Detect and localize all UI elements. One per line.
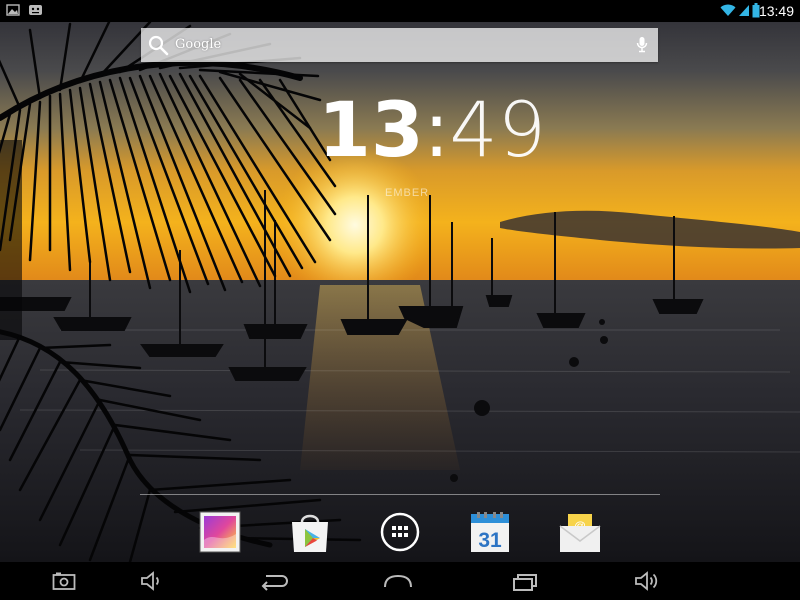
all-apps-icon[interactable] — [378, 510, 422, 554]
play-store-app-icon[interactable] — [288, 510, 332, 554]
google-search-brand: Google — [175, 37, 222, 52]
clock-widget-date: EMBER — [385, 187, 430, 199]
navigation-bar — [0, 562, 800, 600]
gallery-app-icon[interactable] — [198, 510, 242, 554]
volume-down-icon[interactable] — [140, 570, 164, 592]
volume-up-icon[interactable] — [634, 570, 662, 592]
search-icon — [147, 34, 171, 61]
status-bar-clock: 13:49 — [758, 3, 794, 19]
clock-widget-minutes: 49 — [449, 85, 547, 174]
screenshot-icon[interactable] — [52, 570, 76, 592]
wifi-icon — [720, 3, 736, 22]
image-notification-icon — [6, 3, 20, 22]
status-bar[interactable]: 13:49 — [0, 0, 800, 22]
email-app-icon[interactable]: @ — [558, 510, 602, 554]
google-search-bar[interactable]: Google — [141, 28, 658, 62]
calendar-day-number: 31 — [478, 529, 502, 552]
microphone-icon[interactable] — [636, 36, 648, 59]
clock-widget-separator: : — [423, 85, 450, 174]
recent-apps-icon[interactable] — [512, 570, 540, 592]
dock-divider — [140, 494, 660, 495]
android-notification-icon — [28, 3, 43, 22]
home-icon[interactable] — [383, 570, 413, 592]
clock-widget[interactable]: 13:49 — [318, 92, 546, 168]
signal-icon — [738, 3, 750, 22]
clock-widget-hours: 13 — [318, 85, 424, 174]
calendar-app-icon[interactable]: 31 — [468, 510, 512, 554]
back-icon[interactable] — [258, 570, 288, 592]
